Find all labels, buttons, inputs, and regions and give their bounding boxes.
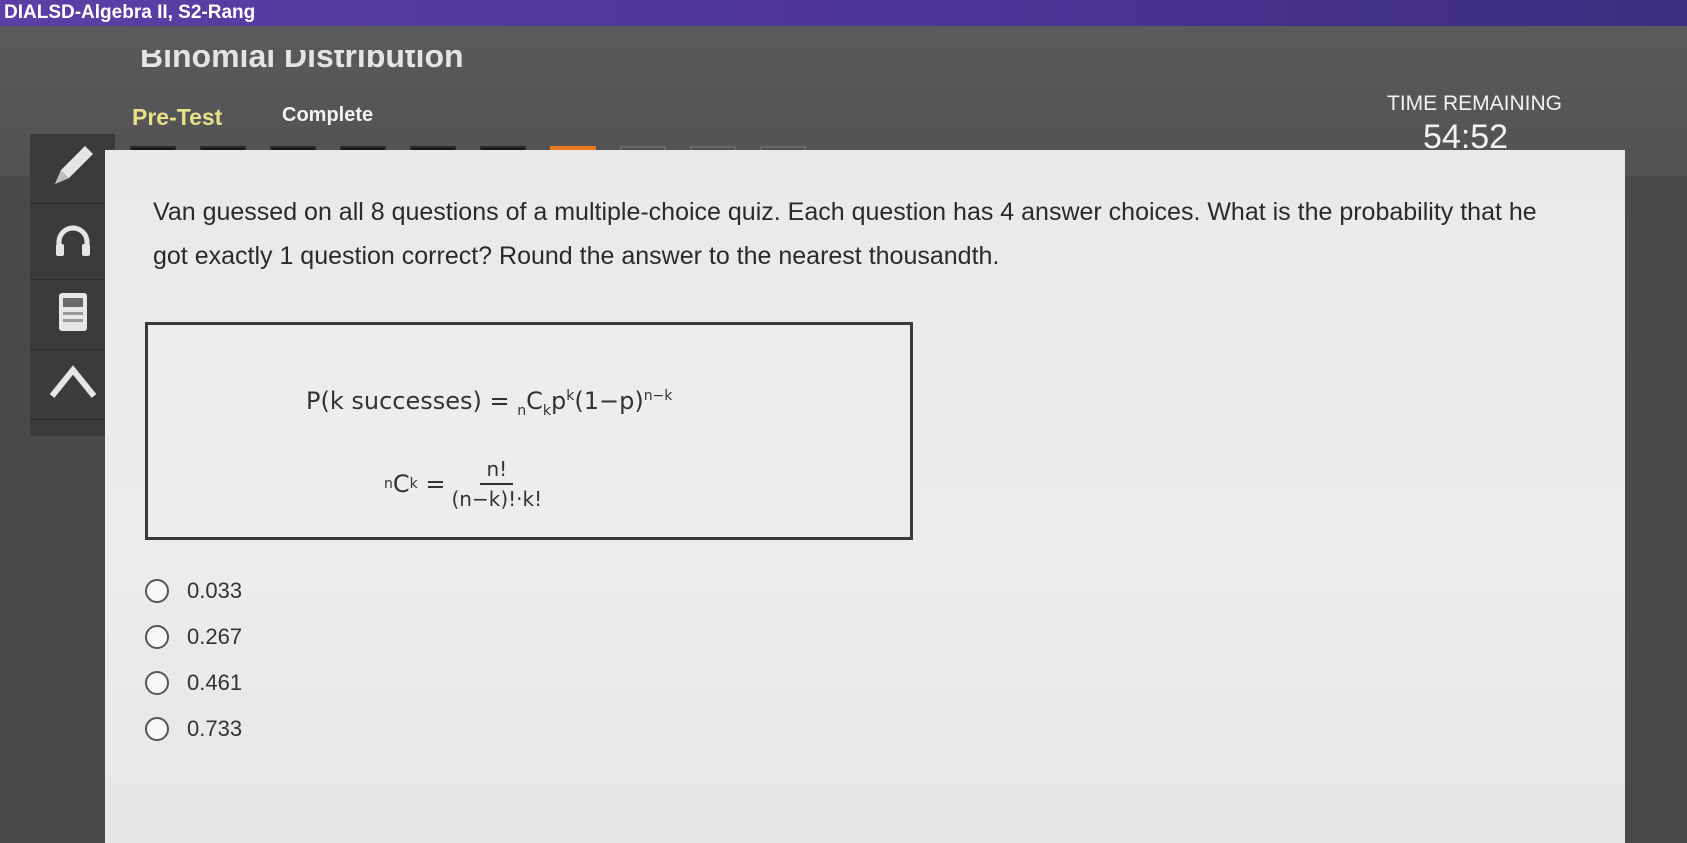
choice-label: 0.461 [187,670,243,695]
arrow-tool[interactable] [30,350,115,420]
choice-3[interactable]: 0.461 [145,660,242,706]
choice-label: 0.267 [187,624,243,649]
radio-button[interactable] [145,579,169,603]
headphones-icon [53,222,93,267]
question-panel: Van guessed on all 8 questions of a mult… [105,150,1625,843]
formula-rhs: (1−p) [574,387,644,415]
lesson-title: Binomial Distribution [140,50,464,68]
combination-fraction: n! (n−k)!·k! [452,457,543,511]
calculator-icon [58,292,88,337]
combination-formula: nCk = n! (n−k)!·k! [384,457,543,511]
choice-label: 0.033 [187,578,243,603]
headphones-tool[interactable] [30,210,115,280]
question-text: Van guessed on all 8 questions of a mult… [153,198,1537,270]
arrow-up-icon [48,362,98,407]
course-bar: DIALSD-Algebra II, S2-Rang [0,0,1687,26]
section-label: Pre-Test [132,104,223,130]
radio-button[interactable] [145,717,169,741]
time-remaining-label: TIME REMAINING [1387,92,1563,115]
radio-button[interactable] [145,625,169,649]
choice-1[interactable]: 0.033 [145,568,242,614]
fraction-numerator: n! [480,457,514,485]
choice-label: 0.733 [187,716,243,741]
calculator-tool[interactable] [30,280,115,350]
tool-rail [30,134,115,436]
formula-box: P(k successes) = nCkpk(1−p)n−k nCk = n! … [145,322,913,540]
status-label: Complete [282,104,374,126]
formula-lhs: P(k successes) = [306,387,518,415]
fraction-denominator: (n−k)!·k! [451,487,543,511]
pencil-icon [47,140,99,197]
choice-4[interactable]: 0.733 [145,706,242,752]
course-title: DIALSD-Algebra II, S2-Rang [4,2,256,23]
binomial-formula: P(k successes) = nCkpk(1−p)n−k [306,387,673,419]
choice-2[interactable]: 0.267 [145,614,242,660]
radio-button[interactable] [145,671,169,695]
answer-choices: 0.033 0.267 0.461 0.733 [145,568,242,752]
pencil-tool[interactable] [30,134,115,204]
